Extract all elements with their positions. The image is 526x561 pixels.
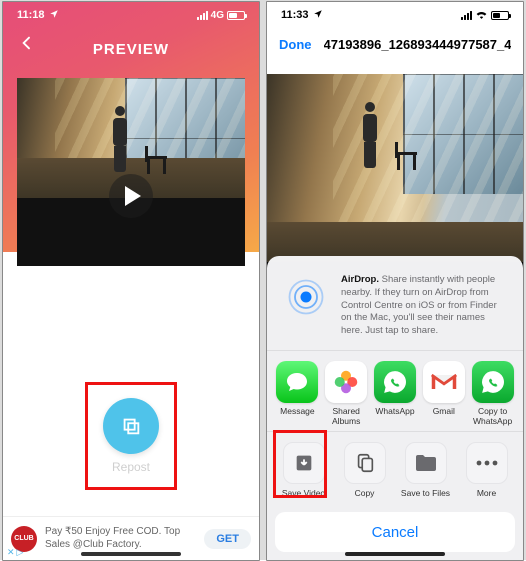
status-time: 11:18 <box>17 9 45 21</box>
app-label: WhatsApp <box>375 407 414 427</box>
action-copy[interactable]: Copy <box>334 442 395 498</box>
video-preview[interactable] <box>17 78 245 266</box>
play-button[interactable] <box>109 174 153 218</box>
signal-icon <box>197 11 208 20</box>
ad-cta-button[interactable]: GET <box>204 529 251 549</box>
share-app-gmail[interactable]: Gmail <box>419 361 468 427</box>
airdrop-icon <box>283 274 329 320</box>
home-indicator[interactable] <box>345 552 445 556</box>
airdrop-row[interactable]: AirDrop. Share instantly with people nea… <box>267 266 523 351</box>
viewer-header: Done 47193896_126893444977587_432656... <box>267 32 523 56</box>
app-label: Copy to WhatsApp <box>468 407 517 427</box>
signal-icon <box>461 11 472 20</box>
action-save-to-files[interactable]: Save to Files <box>395 442 456 498</box>
wifi-icon <box>475 9 488 22</box>
more-icon <box>466 442 508 484</box>
back-button[interactable] <box>13 29 41 57</box>
app-label: Shared Albums <box>322 407 371 427</box>
action-save-video[interactable]: Save Video <box>273 442 334 498</box>
page-title: PREVIEW <box>93 41 169 58</box>
status-bar: 11:18 4G <box>3 2 259 28</box>
network-label: 4G <box>211 10 224 21</box>
message-icon <box>276 361 318 403</box>
airdrop-text: AirDrop. Share instantly with people nea… <box>341 274 507 338</box>
save-video-icon <box>283 442 325 484</box>
share-sheet: AirDrop. Share instantly with people nea… <box>267 256 523 560</box>
action-label: Save Video <box>282 488 325 498</box>
folder-icon <box>405 442 447 484</box>
gmail-icon <box>423 361 465 403</box>
location-icon <box>49 9 59 22</box>
whatsapp-icon <box>374 361 416 403</box>
play-icon <box>125 186 141 206</box>
photos-icon <box>325 361 367 403</box>
action-label: More <box>477 488 496 498</box>
share-app-message[interactable]: Message <box>273 361 322 427</box>
whatsapp-icon <box>472 361 514 403</box>
action-label: Copy <box>355 488 375 498</box>
action-label: Save to Files <box>401 488 450 498</box>
share-actions-row: Save Video Copy Save to Files More <box>267 432 523 506</box>
file-name: 47193896_126893444977587_432656... <box>324 37 512 52</box>
done-button[interactable]: Done <box>279 37 312 52</box>
header: PREVIEW <box>3 32 259 66</box>
status-bar: 11:33 <box>267 2 523 28</box>
share-apps-row: Message Shared Albums WhatsApp Gmail Cop… <box>267 351 523 432</box>
copy-icon <box>344 442 386 484</box>
share-app-whatsapp[interactable]: WhatsApp <box>371 361 420 427</box>
repost-label: Repost <box>89 460 173 474</box>
phone-right-share: 11:33 Done 47193896_126893444977587_4326… <box>266 1 524 561</box>
location-icon <box>313 9 323 22</box>
status-time: 11:33 <box>281 9 309 21</box>
ad-info[interactable]: ✕▷ <box>7 547 23 558</box>
battery-icon <box>227 11 245 20</box>
phone-left-preview: 11:18 4G PREVIEW <box>2 1 260 561</box>
home-indicator[interactable] <box>81 552 181 556</box>
cancel-button[interactable]: Cancel <box>275 512 515 552</box>
action-more[interactable]: More <box>456 442 517 498</box>
battery-icon <box>491 11 509 20</box>
app-label: Message <box>280 407 315 427</box>
video-frame <box>267 74 523 262</box>
share-app-copy-whatsapp[interactable]: Copy to WhatsApp <box>468 361 517 427</box>
app-label: Gmail <box>433 407 455 427</box>
repost-button[interactable] <box>103 398 159 454</box>
ad-copy: Pay ₹50 Enjoy Free COD. Top Sales @Club … <box>45 526 196 551</box>
repost-icon <box>120 415 142 437</box>
share-app-shared-albums[interactable]: Shared Albums <box>322 361 371 427</box>
